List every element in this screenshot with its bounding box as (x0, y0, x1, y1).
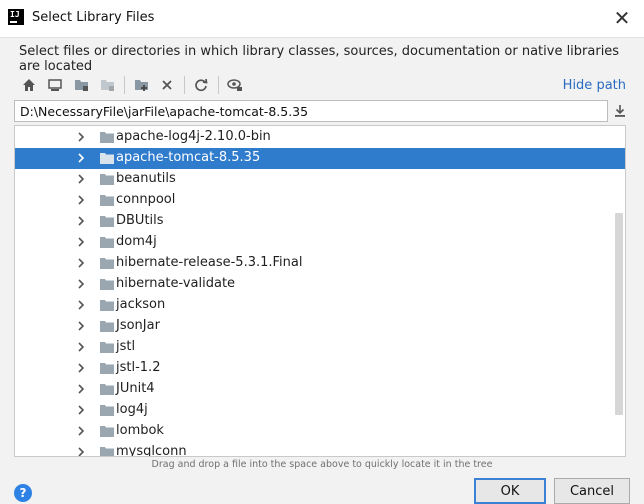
folder-icon (100, 383, 114, 395)
tree-item-label: lombok (116, 423, 164, 438)
tree-item-label: hibernate-validate (116, 276, 236, 291)
tree-row[interactable]: DBUtils (15, 211, 625, 232)
close-icon[interactable]: ✕ (610, 5, 634, 31)
help-icon[interactable]: ? (14, 484, 32, 502)
tree-item-label: apache-log4j-2.10.0-bin (116, 129, 271, 144)
download-icon[interactable] (610, 101, 630, 121)
chevron-right-icon[interactable] (75, 278, 87, 290)
path-input[interactable] (14, 100, 608, 122)
folder-icon (100, 341, 114, 353)
tree-row[interactable]: jstl (15, 337, 625, 358)
chevron-right-icon[interactable] (75, 299, 87, 311)
project-folder-icon[interactable] (70, 74, 92, 96)
chevron-right-icon[interactable] (75, 131, 87, 143)
tree-row[interactable]: log4j (15, 400, 625, 421)
tree-scrollbar[interactable] (615, 213, 623, 415)
hide-path-link[interactable]: Hide path (563, 78, 626, 93)
folder-icon (100, 299, 114, 311)
tree-item-label: JsonJar (116, 318, 160, 333)
tree-item-label: beanutils (116, 171, 176, 186)
tree-row[interactable]: lombok (15, 421, 625, 442)
tree-item-label: jstl (116, 339, 136, 354)
chevron-right-icon[interactable] (75, 425, 87, 437)
folder-icon (100, 152, 114, 164)
tree-row[interactable]: JsonJar (15, 316, 625, 337)
chevron-right-icon[interactable] (75, 236, 87, 248)
folder-icon (100, 404, 114, 416)
tree-row[interactable]: mysqlconn (15, 442, 625, 457)
chevron-right-icon[interactable] (75, 215, 87, 227)
window-title: Select Library Files (32, 10, 155, 25)
chevron-right-icon[interactable] (75, 362, 87, 374)
folder-icon (100, 278, 114, 290)
tree-item-label: jackson (116, 297, 166, 312)
chevron-right-icon[interactable] (75, 194, 87, 206)
chevron-right-icon[interactable] (75, 383, 87, 395)
folder-icon (100, 320, 114, 332)
tree-item-label: dom4j (116, 234, 157, 249)
folder-icon (100, 236, 114, 248)
tree-row[interactable]: beanutils (15, 169, 625, 190)
module-folder-icon[interactable] (96, 74, 118, 96)
tree-item-label: log4j (116, 402, 148, 417)
tree-item-label: apache-tomcat-8.5.35 (116, 150, 261, 165)
title-bar: IJ Select Library Files ✕ (0, 0, 644, 38)
toolbar: Hide path (14, 70, 632, 100)
delete-icon[interactable] (156, 74, 178, 96)
tree-row[interactable]: connpool (15, 190, 625, 211)
folder-icon (100, 131, 114, 143)
chevron-right-icon[interactable] (75, 152, 87, 164)
tree-row[interactable]: JUnit4 (15, 379, 625, 400)
folder-icon (100, 446, 114, 456)
tree-item-label: connpool (116, 192, 176, 207)
folder-icon (100, 194, 114, 206)
folder-icon (100, 215, 114, 227)
tree-row[interactable]: hibernate-release-5.3.1.Final (15, 253, 625, 274)
tree-row[interactable]: jstl-1.2 (15, 358, 625, 379)
tree-item-label: hibernate-release-5.3.1.Final (116, 255, 303, 270)
tree-row[interactable]: hibernate-validate (15, 274, 625, 295)
tree-row[interactable]: jackson (15, 295, 625, 316)
tree-item-label: JUnit4 (116, 381, 155, 396)
chevron-right-icon[interactable] (75, 257, 87, 269)
chevron-right-icon[interactable] (75, 173, 87, 185)
desktop-icon[interactable] (44, 74, 66, 96)
folder-icon (100, 362, 114, 374)
folder-icon (100, 173, 114, 185)
chevron-right-icon[interactable] (75, 404, 87, 416)
show-hidden-icon[interactable] (224, 74, 246, 96)
drag-drop-hint: Drag and drop a file into the space abov… (151, 459, 493, 470)
chevron-right-icon[interactable] (75, 341, 87, 353)
home-icon[interactable] (18, 74, 40, 96)
tree-item-label: DBUtils (116, 213, 164, 228)
tree-item-label: jstl-1.2 (116, 360, 161, 375)
refresh-icon[interactable] (190, 74, 212, 96)
tree-item-label: mysqlconn (116, 444, 187, 457)
tree-row[interactable]: apache-tomcat-8.5.35 (15, 148, 625, 169)
chevron-right-icon[interactable] (75, 446, 87, 456)
tree-row[interactable]: apache-log4j-2.10.0-bin (15, 127, 625, 148)
folder-icon (100, 425, 114, 437)
folder-icon (100, 257, 114, 269)
intellij-icon: IJ (8, 9, 24, 25)
ok-button[interactable]: OK (474, 478, 546, 504)
new-folder-icon[interactable] (130, 74, 152, 96)
cancel-button[interactable]: Cancel (554, 478, 630, 504)
file-tree[interactable]: apache-log4j-2.10.0-bin apache-tomcat-8.5… (14, 125, 626, 457)
tree-row[interactable]: dom4j (15, 232, 625, 253)
chevron-right-icon[interactable] (75, 320, 87, 332)
